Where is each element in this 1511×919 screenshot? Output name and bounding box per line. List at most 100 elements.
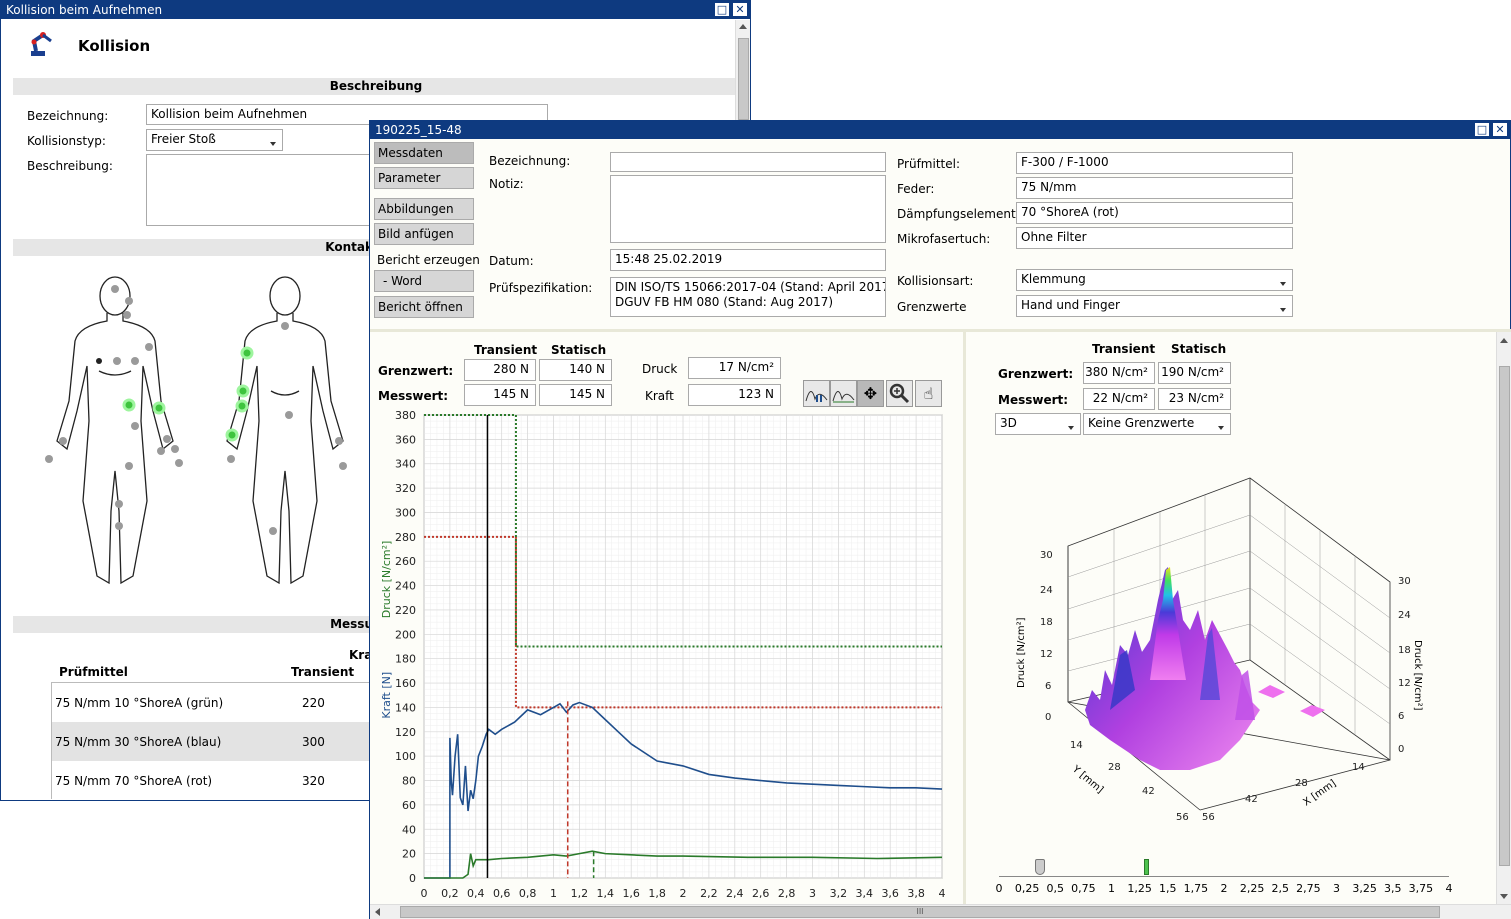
right-mess-statisch: 23 N/cm² — [1158, 388, 1231, 410]
pruefspezifikation-field[interactable]: DIN ISO/TS 15066:2017-04 (Stand: April 2… — [610, 277, 886, 317]
time-slider[interactable]: 0 0,25 0,5 0,75 1 1,25 1,5 1,75 2 2,25 2,5 2,75 3 3,2… — [996, 857, 1453, 897]
z-tick-right: 18 — [1398, 645, 1411, 656]
left-grenz-transient: 280 N — [464, 359, 536, 381]
section-contact-header: Kontak — [13, 239, 373, 256]
x-tick-label: 0,2 — [441, 887, 459, 900]
right-panel-scrollbar[interactable] — [1496, 332, 1511, 904]
x-tick-label: 1,8 — [648, 887, 666, 900]
zoom-icon[interactable] — [886, 380, 913, 407]
slider-tick-label: 3,5 — [1384, 882, 1402, 895]
left-grenz-statisch: 140 N — [539, 359, 612, 381]
y-tick-label: 320 — [395, 482, 416, 495]
slider-tick-label: 0,5 — [1046, 882, 1065, 895]
kollisionsart-label: Kollisionsart: — [897, 274, 974, 288]
datum-field[interactable]: 15:48 25.02.2019 — [610, 249, 886, 271]
table-row[interactable]: 75 N/mm 30 °ShoreA (blau) 300 — [52, 722, 372, 761]
daempfung-label: Dämpfungselement: — [897, 207, 1020, 221]
y-tick-label: 360 — [395, 433, 416, 446]
table-cell-transient: 320 — [302, 774, 325, 788]
z-tick-right: 30 — [1398, 576, 1411, 587]
daempfung-field[interactable]: 70 °ShoreA (rot) — [1016, 202, 1293, 224]
y-tick: 56 — [1176, 812, 1189, 823]
feder-field[interactable]: 75 N/mm — [1016, 177, 1293, 199]
table-cell-pruefmittel: 75 N/mm 30 °ShoreA (blau) — [55, 735, 222, 749]
y-tick-label: 120 — [395, 726, 416, 739]
bericht-oeffnen-button[interactable]: Bericht öffnen — [374, 296, 474, 318]
table-cell-transient: 220 — [302, 696, 325, 710]
force-pressure-chart[interactable]: 0 0,2 0,4 0,6 0,8 1 1,2 1,4 1,6 1,8 2 2,2 2,4 2,6 2,8 3… — [372, 405, 962, 905]
grenzwerte-label: Grenzwerte — [897, 300, 967, 314]
view-mode-select[interactable]: 3D — [995, 413, 1081, 435]
messdaten-button[interactable]: Messdaten — [374, 142, 474, 164]
measurement-window-titlebar: 190225_15-48 □ ✕ — [370, 121, 1510, 139]
grenzwerte-select[interactable]: Hand und Finger — [1016, 295, 1293, 317]
word-report-button[interactable]: - Word — [374, 270, 474, 292]
measurement-table: 75 N/mm 10 °ShoreA (grün) 220 75 N/mm 30… — [51, 682, 373, 800]
slider-track — [999, 876, 1449, 877]
y-tick: 28 — [1108, 762, 1121, 773]
x-tick: 42 — [1245, 794, 1258, 805]
hand-pointer-icon[interactable]: ☝ — [915, 380, 942, 407]
limits-mode-select[interactable]: Keine Grenzwerte — [1083, 413, 1231, 435]
mikrofasertuch-label: Mikrofasertuch: — [897, 232, 991, 246]
table-row[interactable]: 75 N/mm 70 °ShoreA (rot) 320 — [52, 761, 372, 800]
x-tick-label: 3 — [809, 887, 816, 900]
pan-icon[interactable]: ✥ — [857, 380, 884, 407]
x-tick-label: 2,6 — [752, 887, 770, 900]
right-grenz-transient: 380 N/cm² — [1083, 362, 1155, 384]
z-tick: 24 — [1040, 585, 1053, 596]
pruefmittel-field[interactable]: F-300 / F-1000 — [1016, 152, 1293, 174]
right-grenz-statisch: 190 N/cm² — [1158, 362, 1231, 384]
maximize-icon[interactable]: □ — [714, 2, 730, 17]
collision-type-select[interactable]: Freier Stoß — [146, 129, 283, 151]
x-tick-label: 1,2 — [571, 887, 589, 900]
y-tick-label: 160 — [395, 677, 416, 690]
x-tick-label: 0,4 — [467, 887, 485, 900]
x-tick-label: 3,4 — [856, 887, 874, 900]
parameter-button[interactable]: Parameter — [374, 167, 474, 189]
left-col-statisch: Statisch — [551, 343, 607, 357]
close-icon[interactable]: ✕ — [1492, 122, 1508, 137]
scroll-up-arrow-icon[interactable] — [1500, 338, 1508, 343]
y-axis-label-force: Kraft [N] — [380, 672, 393, 719]
maximize-icon[interactable]: □ — [1474, 122, 1490, 137]
panel-divider — [370, 329, 1511, 332]
z-tick-right: 6 — [1398, 711, 1404, 722]
z-tick-right: 24 — [1398, 610, 1411, 621]
mikrofasertuch-field[interactable]: Ohne Filter — [1016, 227, 1293, 249]
pressure-3d-plot[interactable]: Druck [N/cm²] Y [mm] X [mm] Druck [N/cm²… — [990, 470, 1460, 830]
bezeichnung-field[interactable] — [610, 152, 886, 172]
right-messwert-label: Messwert: — [998, 393, 1069, 407]
notiz-field[interactable] — [610, 175, 886, 243]
y-tick-label: 100 — [395, 750, 416, 763]
slider-tick-label: 2,75 — [1296, 882, 1321, 895]
description-field[interactable] — [146, 154, 376, 226]
table-header-pruefmittel: Prüfmittel — [59, 665, 128, 679]
bild-anfuegen-button[interactable]: Bild anfügen — [374, 223, 474, 245]
measurement-window-title: 190225_15-48 — [375, 123, 462, 137]
table-row[interactable]: 75 N/mm 10 °ShoreA (grün) 220 — [52, 683, 372, 722]
scroll-up-arrow-icon[interactable] — [739, 24, 747, 29]
y-axis-label: Y [mm] — [1069, 763, 1105, 796]
y-tick-label: 200 — [395, 628, 416, 641]
chart-curve-icon[interactable] — [830, 380, 857, 407]
scroll-down-arrow-icon[interactable] — [1500, 894, 1508, 899]
scroll-left-arrow-icon[interactable] — [375, 908, 380, 916]
horizontal-scroll-thumb[interactable]: III — [400, 906, 1440, 918]
collision-window-scrollbar[interactable] — [735, 20, 750, 120]
scroll-thumb[interactable] — [738, 38, 749, 120]
kollisionsart-select[interactable]: Klemmung — [1016, 269, 1293, 291]
left-mess-transient: 145 N — [464, 384, 536, 406]
slider-tick-label: 1 — [1108, 882, 1115, 895]
x-tick-label: 3,2 — [830, 887, 848, 900]
abbildungen-button[interactable]: Abbildungen — [374, 198, 474, 220]
slider-handle[interactable] — [1035, 859, 1045, 875]
slider-marker — [1144, 859, 1149, 875]
slider-tick-label: 0,25 — [1014, 882, 1040, 895]
horizontal-scrollbar[interactable]: III — [370, 904, 1511, 919]
chart-cursor-icon[interactable] — [803, 380, 830, 407]
slider-tick-label: 2 — [1220, 882, 1228, 895]
close-icon[interactable]: ✕ — [732, 2, 748, 17]
scroll-thumb[interactable] — [1499, 366, 1510, 866]
body-map — [45, 276, 347, 585]
